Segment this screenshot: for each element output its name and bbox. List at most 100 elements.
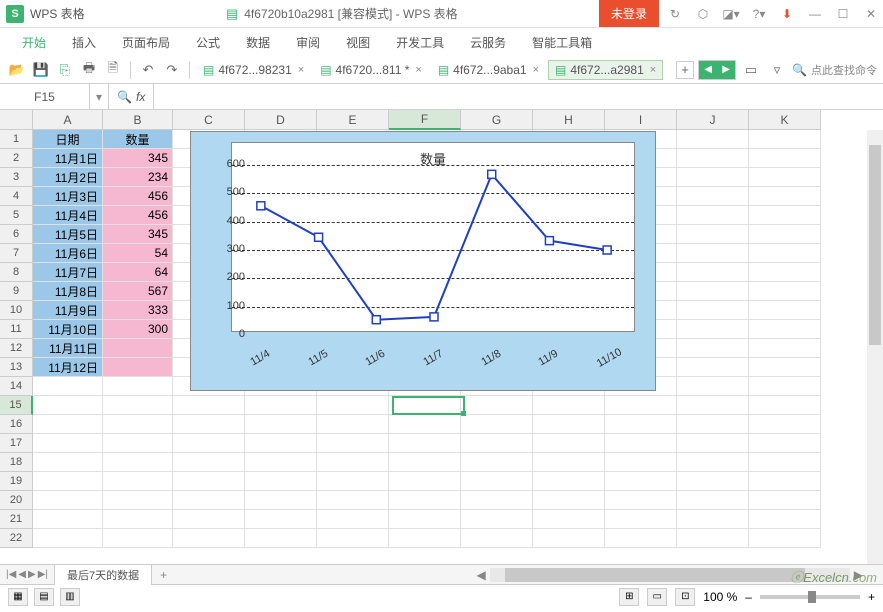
menu-cloud[interactable]: 云服务 [458,30,518,55]
cell-A21[interactable] [33,510,103,529]
cell-B15[interactable] [103,396,173,415]
cell-B7[interactable]: 54 [103,244,173,263]
cell-K21[interactable] [749,510,821,529]
cell-K12[interactable] [749,339,821,358]
cell-J22[interactable] [677,529,749,548]
cell-K1[interactable] [749,130,821,149]
cell-K14[interactable] [749,377,821,396]
cell-K8[interactable] [749,263,821,282]
cell-B6[interactable]: 345 [103,225,173,244]
view-btn-3[interactable]: ▥ [60,588,80,606]
row-header-17[interactable]: 17 [0,434,33,453]
cell-K9[interactable] [749,282,821,301]
cell-F22[interactable] [389,529,461,548]
cell-K20[interactable] [749,491,821,510]
cell-J11[interactable] [677,320,749,339]
cell-A17[interactable] [33,434,103,453]
cell-E20[interactable] [317,491,389,510]
row-header-1[interactable]: 1 [0,130,33,149]
cell-B3[interactable]: 234 [103,168,173,187]
cell-I16[interactable] [605,415,677,434]
cell-E19[interactable] [317,472,389,491]
sync-icon[interactable]: ↻ [663,2,687,26]
cell-F16[interactable] [389,415,461,434]
cell-B9[interactable]: 567 [103,282,173,301]
row-header-9[interactable]: 9 [0,282,33,301]
select-all-corner[interactable] [0,110,33,130]
cell-G16[interactable] [461,415,533,434]
cell-G21[interactable] [461,510,533,529]
doc-tab-3[interactable]: ▤ 4f672...a2981 × [548,60,663,80]
row-header-20[interactable]: 20 [0,491,33,510]
cell-C15[interactable] [173,396,245,415]
sheet-prev-icon[interactable]: ◀ [18,569,26,580]
cell-J8[interactable] [677,263,749,282]
add-sheet-icon[interactable]: + [152,568,175,582]
cell-J6[interactable] [677,225,749,244]
cell-D20[interactable] [245,491,317,510]
cell-G19[interactable] [461,472,533,491]
cell-J12[interactable] [677,339,749,358]
col-header-H[interactable]: H [533,110,605,130]
cell-H18[interactable] [533,453,605,472]
cell-A9[interactable]: 11月8日 [33,282,103,301]
hscroll-right-icon[interactable]: ▶ [854,568,863,582]
shield-icon[interactable]: ⬡ [691,2,715,26]
zoom-in-icon[interactable]: + [868,590,875,604]
view-break-icon[interactable]: ⊡ [675,588,695,606]
cell-A11[interactable]: 11月10日 [33,320,103,339]
row-header-10[interactable]: 10 [0,301,33,320]
menu-insert[interactable]: 插入 [60,30,108,55]
chart-plot-area[interactable]: 数量 [231,142,635,332]
cell-G15[interactable] [461,396,533,415]
menu-tools[interactable]: 智能工具箱 [520,30,604,55]
cell-B22[interactable] [103,529,173,548]
cell-B21[interactable] [103,510,173,529]
tool-icon[interactable]: ▿ [766,59,788,81]
cell-G22[interactable] [461,529,533,548]
cell-I19[interactable] [605,472,677,491]
cell-C18[interactable] [173,453,245,472]
cell-I18[interactable] [605,453,677,472]
cell-J16[interactable] [677,415,749,434]
cell-D21[interactable] [245,510,317,529]
window-icon[interactable]: ▭ [740,59,762,81]
cell-K18[interactable] [749,453,821,472]
cell-K5[interactable] [749,206,821,225]
cell-B10[interactable]: 333 [103,301,173,320]
sheet-first-icon[interactable]: |◀ [6,569,16,580]
name-box[interactable]: F15 [0,84,90,109]
cell-F17[interactable] [389,434,461,453]
sheet-last-icon[interactable]: ▶| [38,569,48,580]
col-header-E[interactable]: E [317,110,389,130]
cell-A10[interactable]: 11月9日 [33,301,103,320]
col-header-F[interactable]: F [389,110,461,130]
cell-B11[interactable]: 300 [103,320,173,339]
cell-H17[interactable] [533,434,605,453]
help-icon[interactable]: ?▾ [747,2,771,26]
cell-C22[interactable] [173,529,245,548]
fx-label[interactable]: fx [136,90,145,104]
cell-K3[interactable] [749,168,821,187]
row-header-11[interactable]: 11 [0,320,33,339]
cell-J15[interactable] [677,396,749,415]
cell-K13[interactable] [749,358,821,377]
doc-tab-0[interactable]: ▤ 4f672...98231 × [196,60,311,80]
login-button[interactable]: 未登录 [599,0,659,27]
cell-D18[interactable] [245,453,317,472]
undo-icon[interactable]: ↶ [137,59,159,81]
cell-A3[interactable]: 11月2日 [33,168,103,187]
cell-I22[interactable] [605,529,677,548]
view-btn-1[interactable]: ▦ [8,588,28,606]
cell-A12[interactable]: 11月11日 [33,339,103,358]
col-header-K[interactable]: K [749,110,821,130]
cell-C20[interactable] [173,491,245,510]
maximize-button[interactable]: ☐ [831,2,855,26]
cell-A2[interactable]: 11月1日 [33,149,103,168]
row-header-21[interactable]: 21 [0,510,33,529]
menu-review[interactable]: 审阅 [284,30,332,55]
row-header-19[interactable]: 19 [0,472,33,491]
row-header-3[interactable]: 3 [0,168,33,187]
cell-B1[interactable]: 数量 [103,130,173,149]
cell-J1[interactable] [677,130,749,149]
